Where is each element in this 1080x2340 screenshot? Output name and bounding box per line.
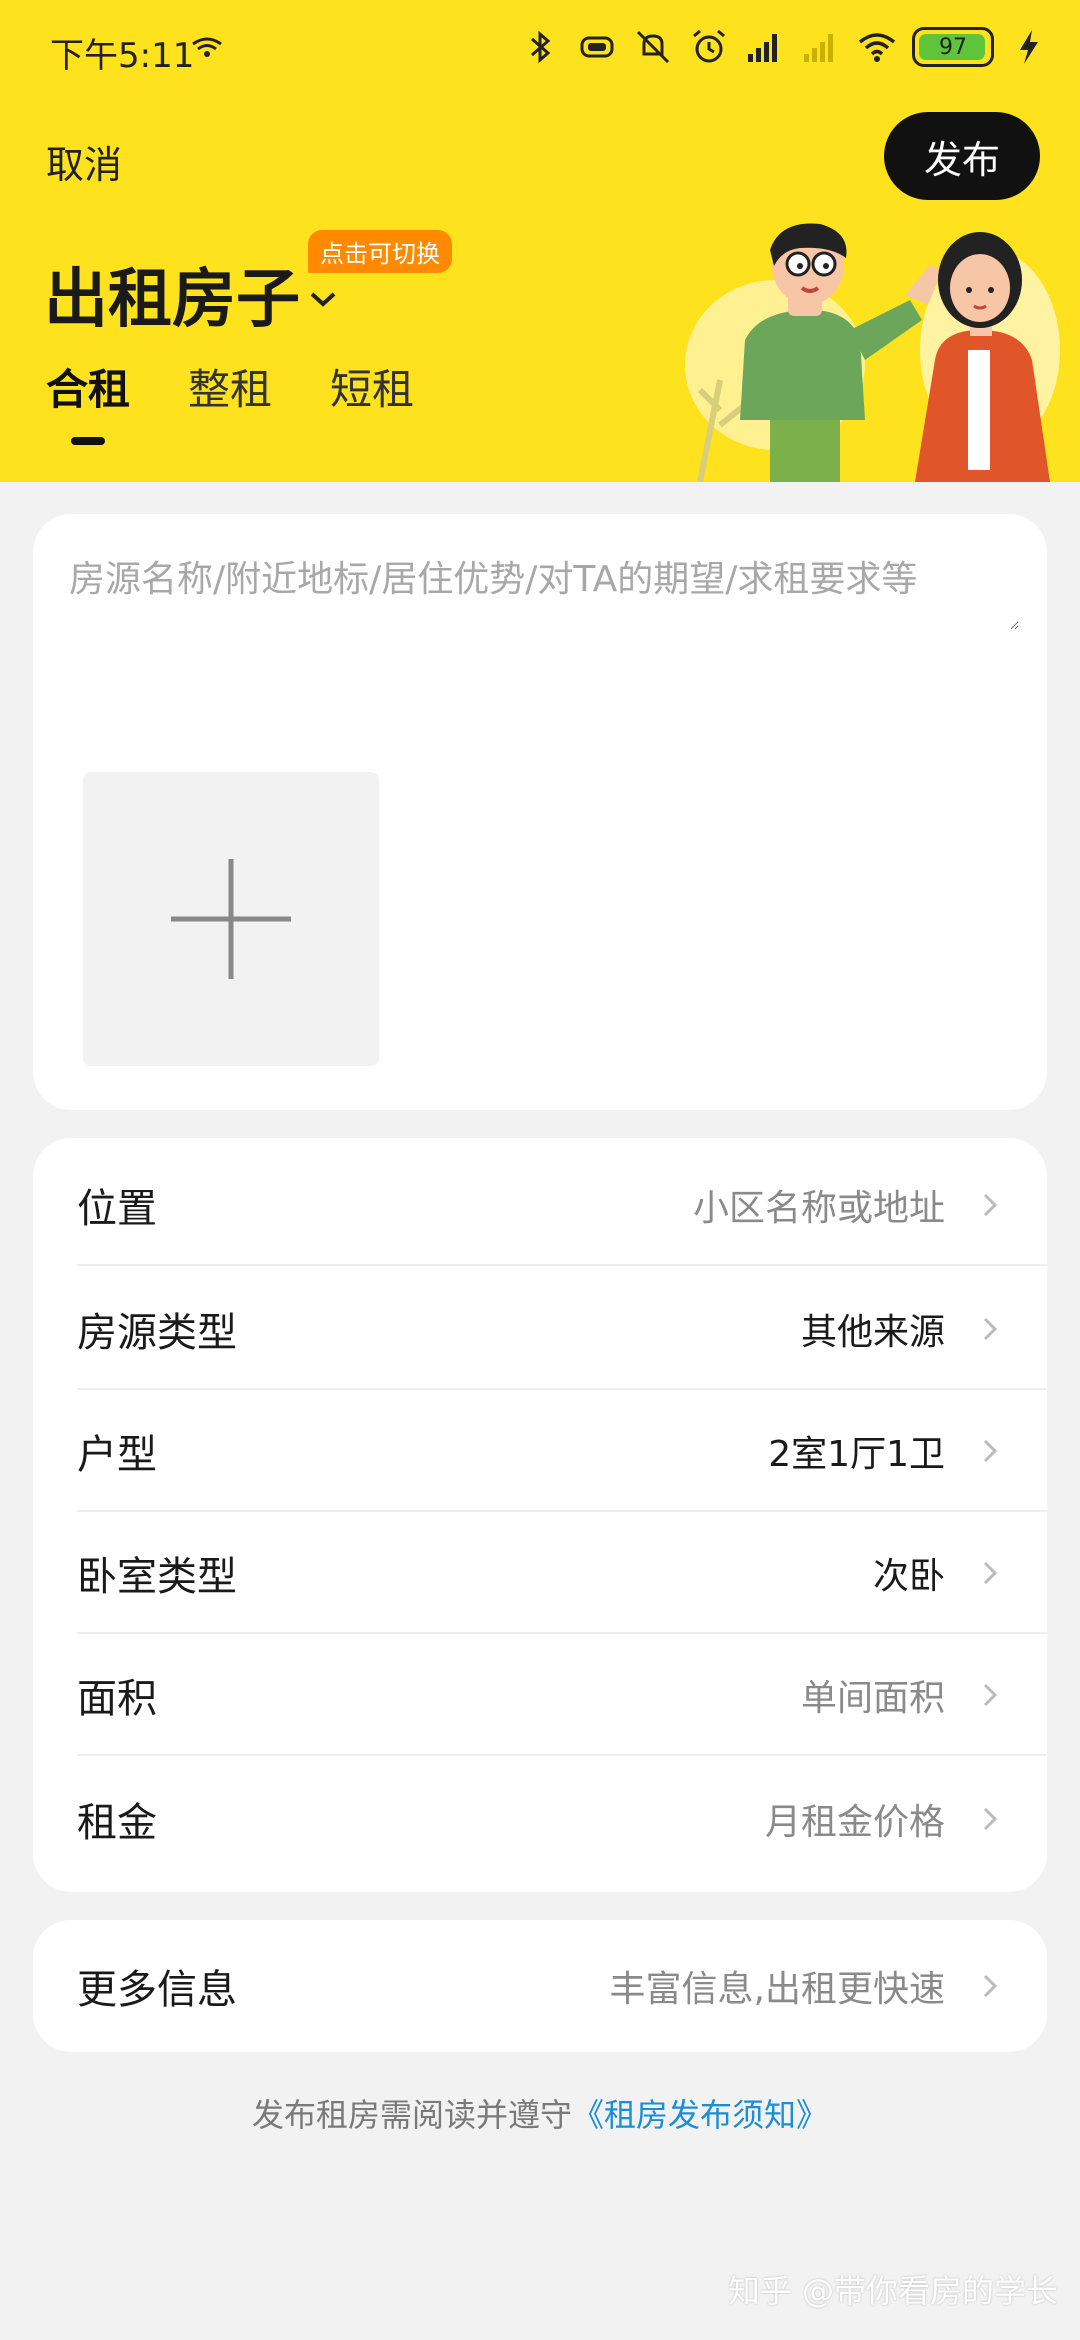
description-card xyxy=(33,514,1047,1110)
vibrate-icon xyxy=(580,36,614,58)
publish-button[interactable]: 发布 xyxy=(884,112,1040,200)
row-label: 户型 xyxy=(77,1432,157,1478)
more-info-card[interactable]: 更多信息 丰富信息,出租更快速 xyxy=(33,1920,1047,2052)
chevron-right-icon xyxy=(983,1561,998,1585)
form-row-area[interactable]: 面积 单间面积 xyxy=(77,1634,1047,1756)
hotspot-icon xyxy=(190,34,224,64)
chevron-right-icon xyxy=(983,1974,998,1998)
title-switcher[interactable]: 出租房子 xyxy=(44,248,338,340)
alarm-icon xyxy=(693,29,725,63)
tab-label: 整租 xyxy=(188,365,273,414)
chevron-right-icon xyxy=(983,1683,998,1707)
description-input[interactable] xyxy=(69,550,1019,630)
row-label: 位置 xyxy=(77,1186,157,1232)
chevron-down-icon xyxy=(310,292,336,307)
form-row-rent[interactable]: 租金 月租金价格 xyxy=(77,1758,1047,1880)
row-value: 2室1厅1卫 xyxy=(768,1434,945,1475)
form-row-more-info[interactable]: 更多信息 丰富信息,出租更快速 xyxy=(77,1925,1047,2047)
watermark: 知乎 @带你看房的学长 xyxy=(727,2272,1058,2310)
row-label: 租金 xyxy=(77,1800,157,1846)
form-row-layout[interactable]: 户型 2室1厅1卫 xyxy=(77,1390,1047,1512)
rental-type-tabs: 合租 整租 短租 xyxy=(46,356,414,445)
row-value: 单间面积 xyxy=(800,1678,945,1719)
row-value: 次卧 xyxy=(872,1556,945,1597)
property-form: 位置 小区名称或地址 房源类型 其他来源 户型 2室1厅1卫 卧室类型 次卧 面… xyxy=(33,1138,1047,1892)
publish-notice: 发布租房需阅读并遵守《租房发布须知》 xyxy=(0,2090,1080,2136)
chevron-right-icon xyxy=(983,1193,998,1217)
status-bar: 下午5:11 97 xyxy=(0,0,1080,100)
battery-level: 97 xyxy=(939,34,967,60)
wifi-icon xyxy=(858,33,896,62)
plus-icon xyxy=(171,859,291,979)
chevron-right-icon xyxy=(983,1439,998,1463)
row-label: 卧室类型 xyxy=(77,1554,237,1600)
status-icons: 97 xyxy=(520,26,1050,68)
people-illustration xyxy=(685,223,1060,482)
notice-link[interactable]: 《租房发布须知》 xyxy=(572,2096,828,2134)
row-label: 面积 xyxy=(77,1676,157,1722)
cancel-button[interactable]: 取消 xyxy=(46,134,122,189)
charging-icon xyxy=(1020,30,1038,64)
status-time: 下午5:11 xyxy=(50,36,195,76)
add-photo-button[interactable] xyxy=(83,772,379,1066)
signal-weak-icon xyxy=(804,34,833,62)
chevron-right-icon xyxy=(983,1317,998,1341)
notice-text: 发布租房需阅读并遵守 xyxy=(251,2096,572,2134)
tab-whole[interactable]: 整租 xyxy=(188,356,272,417)
row-value: 小区名称或地址 xyxy=(692,1188,945,1229)
mute-icon xyxy=(636,30,670,64)
row-value: 丰富信息,出租更快速 xyxy=(609,1969,945,2010)
tab-label: 合租 xyxy=(46,365,131,414)
bluetooth-icon xyxy=(531,30,551,64)
tab-label: 短租 xyxy=(330,365,415,414)
row-value: 其他来源 xyxy=(800,1312,945,1353)
form-row-source-type[interactable]: 房源类型 其他来源 xyxy=(77,1268,1047,1390)
tab-shared[interactable]: 合租 xyxy=(46,356,131,445)
battery-icon: 97 xyxy=(912,27,994,67)
form-row-location[interactable]: 位置 小区名称或地址 xyxy=(77,1144,1047,1266)
switch-badge[interactable]: 点击可切换 xyxy=(308,230,452,273)
tab-short[interactable]: 短租 xyxy=(330,356,414,417)
signal-icon xyxy=(748,34,777,62)
row-value: 月租金价格 xyxy=(764,1802,945,1843)
row-label: 房源类型 xyxy=(77,1310,237,1356)
header: 下午5:11 97 取消 发布 出租房子 点击可切换 合租 整租 短租 xyxy=(0,0,1080,482)
chevron-right-icon xyxy=(983,1807,998,1831)
tab-active-indicator xyxy=(71,437,105,445)
form-row-bedroom-type[interactable]: 卧室类型 次卧 xyxy=(77,1512,1047,1634)
row-label: 更多信息 xyxy=(77,1967,237,2013)
page-title: 出租房子 xyxy=(44,263,300,337)
